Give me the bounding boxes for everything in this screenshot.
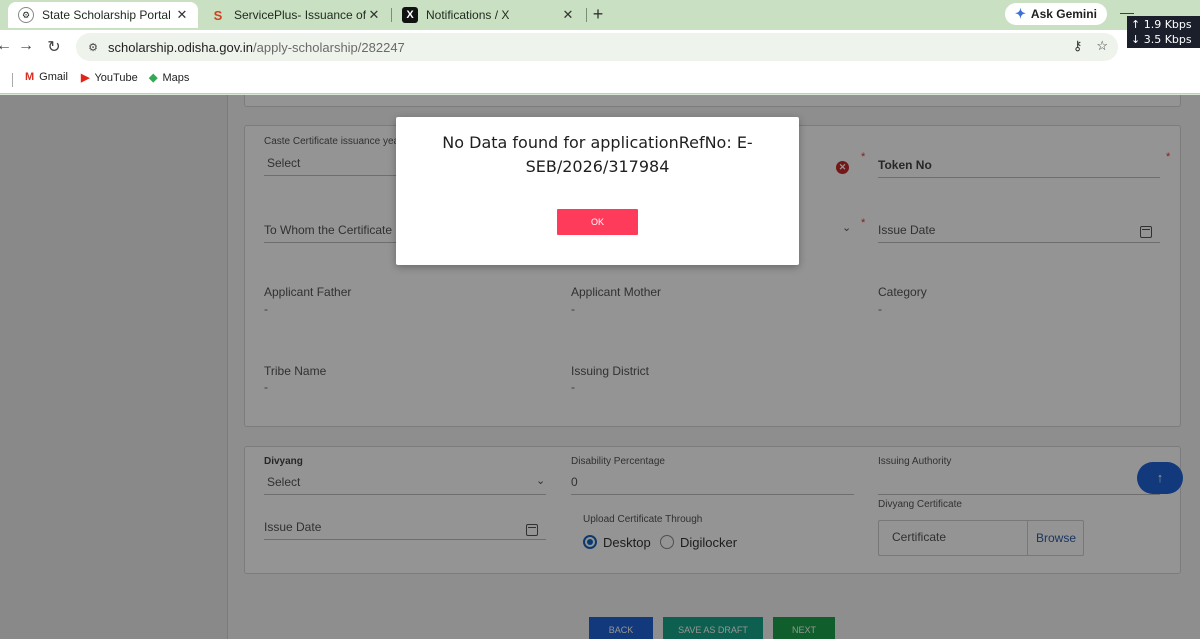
download-speed: ↓ 3.5 Kbps xyxy=(1131,33,1192,46)
bookmarks-separator xyxy=(12,73,13,87)
alert-dialog: No Data found for applicationRefNo: E-SE… xyxy=(396,117,799,265)
ask-gemini-button[interactable]: ✦ Ask Gemini xyxy=(1005,3,1107,25)
site-settings-icon[interactable]: ⚙ xyxy=(84,41,102,54)
tab-title: State Scholarship Portal xyxy=(42,8,171,22)
ok-button[interactable]: OK xyxy=(557,209,638,235)
emblem-icon: ⚙ xyxy=(18,7,34,23)
close-tab-icon[interactable]: ✕ xyxy=(560,7,576,23)
tab-title: Notifications / X xyxy=(426,8,510,22)
close-tab-icon[interactable]: ✕ xyxy=(366,7,382,23)
tab-serviceplus[interactable]: S ServicePlus- Issuance of SEBC C ✕ xyxy=(200,2,390,28)
reload-icon[interactable]: ↻ xyxy=(44,37,64,57)
alert-message: No Data found for applicationRefNo: E-SE… xyxy=(442,133,753,176)
ask-gemini-label: Ask Gemini xyxy=(1030,7,1097,21)
address-bar-actions: ⚷ ☆ xyxy=(1073,38,1108,54)
tab-bar: ⚙ State Scholarship Portal ✕ S ServicePl… xyxy=(0,0,1200,30)
close-tab-icon[interactable]: ✕ xyxy=(174,7,190,23)
network-speed-widget: ↑ 1.9 Kbps ↓ 3.5 Kbps xyxy=(1127,16,1200,48)
bookmark-maps[interactable]: ◆ Maps xyxy=(149,71,190,85)
bookmarks-bar: M Gmail ▶ YouTube ◆ Maps xyxy=(0,64,1200,94)
maps-icon: ◆ xyxy=(149,72,158,84)
x-logo-icon: X xyxy=(402,7,418,23)
gemini-sparkle-icon: ✦ xyxy=(1015,6,1026,21)
forward-icon[interactable]: → xyxy=(16,37,36,55)
tab-notifications-x[interactable]: X Notifications / X ✕ xyxy=(392,2,584,28)
browser-toolbar: ← → ↻ ⚙ scholarship.odisha.gov.in/apply-… xyxy=(0,30,1200,64)
youtube-icon: ▶ xyxy=(81,72,90,84)
url-text: scholarship.odisha.gov.in/apply-scholars… xyxy=(108,40,405,55)
tab-state-scholarship-portal[interactable]: ⚙ State Scholarship Portal ✕ xyxy=(8,2,198,28)
upload-speed: ↑ 1.9 Kbps xyxy=(1131,18,1192,31)
bookmark-star-icon[interactable]: ☆ xyxy=(1096,38,1108,54)
bookmark-label: Gmail xyxy=(39,71,68,83)
serviceplus-logo-icon: S xyxy=(213,7,223,23)
url-domain: scholarship.odisha.gov.in xyxy=(108,39,254,55)
bookmark-gmail[interactable]: M Gmail xyxy=(25,71,68,83)
address-bar[interactable]: ⚙ scholarship.odisha.gov.in/apply-schola… xyxy=(76,33,1118,61)
bookmark-label: YouTube xyxy=(94,71,138,84)
password-key-icon[interactable]: ⚷ xyxy=(1073,38,1083,54)
url-path: /apply-scholarship/282247 xyxy=(253,39,405,55)
tab-title: ServicePlus- Issuance of SEBC C xyxy=(234,8,366,22)
back-icon[interactable]: ← xyxy=(0,37,14,55)
tab-separator xyxy=(586,8,587,22)
gmail-icon: M xyxy=(25,71,35,83)
bookmark-youtube[interactable]: ▶ YouTube xyxy=(81,71,138,85)
new-tab-button[interactable]: + xyxy=(590,4,606,25)
bookmark-label: Maps xyxy=(162,71,190,84)
